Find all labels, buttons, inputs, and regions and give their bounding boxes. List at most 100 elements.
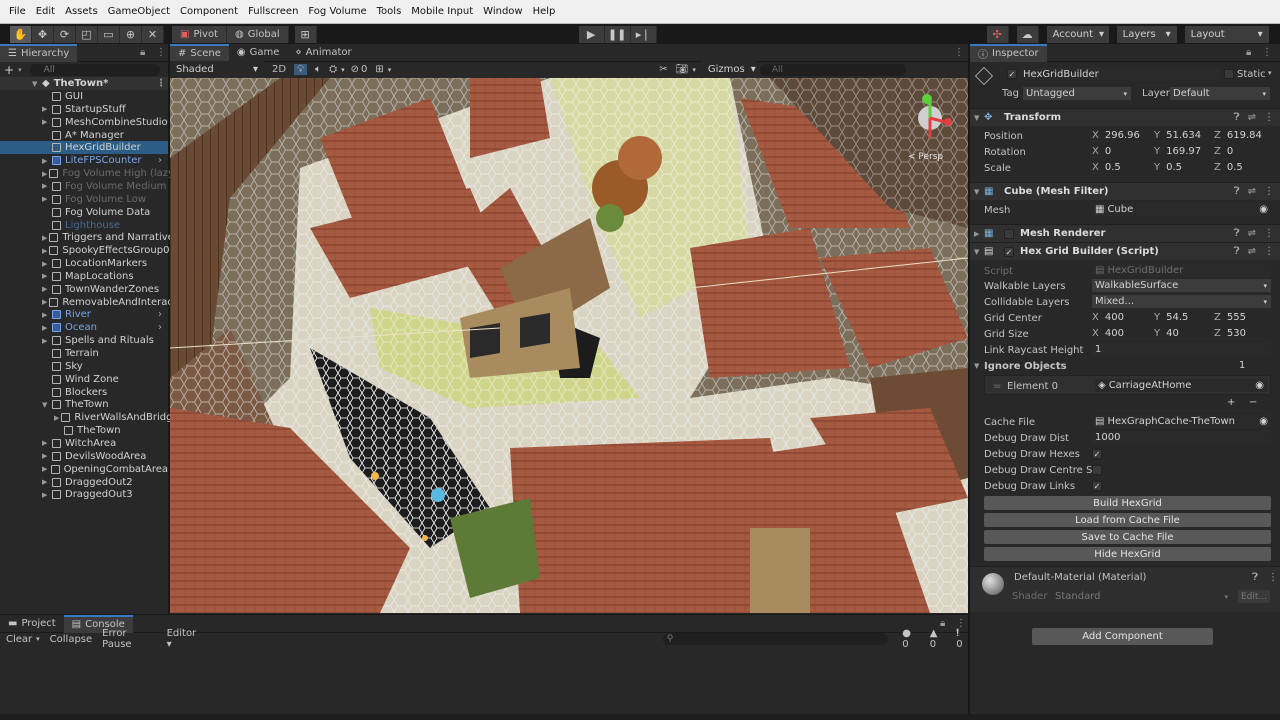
- script-enabled-checkbox[interactable]: ✓: [1004, 246, 1014, 257]
- scale-z-field[interactable]: Z 0.5: [1214, 161, 1243, 174]
- scale-x-field[interactable]: X 0.5: [1092, 161, 1121, 174]
- step-button[interactable]: ▸❘: [630, 25, 657, 43]
- prefab-open-icon[interactable]: ›: [158, 309, 162, 320]
- grid-toggle-icon[interactable]: ⊞: [375, 64, 383, 75]
- expand-arrow-icon[interactable]: ▼: [42, 401, 50, 409]
- global-toggle[interactable]: ◍ Global: [227, 25, 289, 43]
- rotation-y-field[interactable]: Y 169.97: [1154, 145, 1201, 158]
- collapse-arrow-icon[interactable]: ▶: [42, 285, 50, 293]
- scale-y-field[interactable]: Y 0.5: [1154, 161, 1182, 174]
- dropdown-arrow-icon[interactable]: ▾: [388, 66, 392, 74]
- hierarchy-item[interactable]: ▶ WitchArea: [0, 437, 168, 450]
- remove-element-icon[interactable]: −: [1249, 397, 1257, 408]
- build-hexgrid-button[interactable]: Build HexGrid: [984, 496, 1271, 510]
- preset-icon[interactable]: ⇌: [1248, 228, 1256, 239]
- rotate-tool-icon[interactable]: ⟳: [54, 25, 76, 43]
- help-icon[interactable]: ❓︎: [1252, 572, 1258, 583]
- scene-root-row[interactable]: ▼ ◆ TheTown* ⋮: [0, 77, 168, 90]
- ignore-objects-count[interactable]: 1: [1222, 359, 1271, 372]
- collab-icon[interactable]: ✣: [986, 25, 1009, 43]
- grid-center-x-field[interactable]: X 400: [1092, 311, 1124, 324]
- grid-center-z-field[interactable]: Z 555: [1214, 311, 1246, 324]
- position-x-field[interactable]: X 296.96: [1092, 129, 1140, 142]
- menu-item-file[interactable]: File: [4, 6, 31, 17]
- menu-item-tools[interactable]: Tools: [372, 6, 407, 17]
- hierarchy-item[interactable]: Lighthouse: [0, 219, 168, 232]
- tab-game[interactable]: ◉ Game: [229, 44, 288, 62]
- drag-handle-icon[interactable]: =: [993, 381, 1001, 392]
- hierarchy-item[interactable]: ▶ Ocean ›: [0, 321, 168, 334]
- load-cache-button[interactable]: Load from Cache File: [984, 513, 1271, 527]
- console-search-input[interactable]: ⚲: [662, 633, 889, 645]
- account-dropdown[interactable]: Account ▾: [1046, 25, 1109, 43]
- hierarchy-item[interactable]: A* Manager: [0, 129, 168, 142]
- camera-icon[interactable]: 📷︎: [676, 64, 689, 75]
- grid-snap-icon[interactable]: ⊞: [294, 25, 317, 43]
- object-picker-icon[interactable]: ◉: [1259, 204, 1268, 215]
- collapse-arrow-icon[interactable]: ▶: [42, 465, 49, 473]
- hierarchy-item[interactable]: ▶ Fog Volume Medium: [0, 180, 168, 193]
- collapse-arrow-icon[interactable]: ▶: [42, 439, 50, 447]
- pause-button[interactable]: ❚❚: [604, 25, 631, 43]
- hide-hexgrid-button[interactable]: Hide HexGrid: [984, 547, 1271, 561]
- tools-icon[interactable]: ✂: [659, 64, 667, 75]
- link-raycast-field[interactable]: 1: [1092, 343, 1271, 356]
- menu-kebab-icon[interactable]: ⋮: [1264, 246, 1274, 257]
- scene-viewport[interactable]: < Persp: [170, 78, 968, 613]
- help-icon[interactable]: ❓︎: [1234, 228, 1240, 239]
- save-cache-button[interactable]: Save to Cache File: [984, 530, 1271, 544]
- edit-shader-button[interactable]: Edit...: [1238, 590, 1270, 603]
- preset-icon[interactable]: ⇌: [1248, 186, 1256, 197]
- tab-scene[interactable]: # Scene: [170, 43, 229, 62]
- gizmos-dropdown[interactable]: Gizmos ▾: [701, 61, 756, 78]
- editor-dropdown[interactable]: Editor ▾: [167, 628, 203, 650]
- collapse-arrow-icon[interactable]: ▶: [42, 478, 50, 486]
- menu-item-fullscreen[interactable]: Fullscreen: [243, 6, 303, 17]
- collapse-arrow-icon[interactable]: ▶: [42, 157, 50, 165]
- layout-dropdown[interactable]: Layout ▾: [1184, 25, 1269, 43]
- hierarchy-item[interactable]: ▶ River ›: [0, 308, 168, 321]
- tab-inspector[interactable]: ⓘ Inspector: [970, 43, 1047, 62]
- object-picker-icon[interactable]: ◉: [1259, 416, 1268, 427]
- grid-size-z-field[interactable]: Z 530: [1214, 327, 1246, 340]
- hierarchy-item[interactable]: ▶ LiteFPSCounter ›: [0, 154, 168, 167]
- effects-toggle-icon[interactable]: ⛭: [329, 64, 337, 75]
- help-icon[interactable]: ❓︎: [1234, 246, 1240, 257]
- rect-tool-icon[interactable]: ▭: [98, 25, 120, 43]
- menu-item-gameobject[interactable]: GameObject: [103, 6, 175, 17]
- collapse-arrow-icon[interactable]: ▶: [42, 118, 50, 126]
- hierarchy-item[interactable]: ▶ Triggers and Narrative: [0, 231, 174, 244]
- object-picker-icon[interactable]: ◉: [1255, 380, 1264, 391]
- collidable-layers-dropdown[interactable]: Mixed... ▾: [1092, 295, 1271, 308]
- preset-icon[interactable]: ⇌: [1248, 246, 1256, 257]
- rotation-x-field[interactable]: X0: [1092, 145, 1111, 158]
- hex-grid-builder-component-header[interactable]: ▼ ▤ ✓ Hex Grid Builder (Script) ❓︎ ⇌ ⋮: [970, 242, 1280, 260]
- collapse-arrow-icon[interactable]: ▶: [42, 260, 50, 268]
- hierarchy-item[interactable]: Blockers: [0, 386, 168, 399]
- collapse-arrow-icon[interactable]: ▶: [42, 195, 50, 203]
- hierarchy-item[interactable]: TheTown: [0, 424, 168, 437]
- element0-field[interactable]: ◈ CarriageAtHome ◉: [1095, 379, 1267, 392]
- debug-draw-hexes-checkbox[interactable]: ✓: [1092, 449, 1102, 459]
- error-count-toggle[interactable]: ❗︎ 0: [956, 628, 968, 650]
- collapse-toggle[interactable]: Collapse: [50, 634, 93, 645]
- position-z-field[interactable]: Z 619.84: [1214, 129, 1262, 142]
- walkable-layers-dropdown[interactable]: WalkableSurface ▾: [1092, 279, 1271, 292]
- menu-kebab-icon[interactable]: ⋮: [1268, 572, 1278, 583]
- dropdown-arrow-icon[interactable]: ▾: [36, 635, 40, 643]
- object-name-field[interactable]: HexGridBuilder: [1020, 68, 1220, 81]
- tab-animator[interactable]: ⋄ Animator: [287, 44, 359, 62]
- scene-search-input[interactable]: All: [759, 63, 906, 76]
- hierarchy-item[interactable]: ▶ Spells and Rituals: [0, 334, 168, 347]
- menu-kebab-icon[interactable]: ⋮: [156, 47, 166, 58]
- hierarchy-item[interactable]: ▶ Fog Volume High (lazy: [0, 167, 174, 180]
- hierarchy-item[interactable]: ▶ LocationMarkers: [0, 257, 168, 270]
- shader-dropdown[interactable]: Standard ▾: [1052, 590, 1232, 603]
- dropdown-arrow-icon[interactable]: ▾: [1268, 69, 1272, 77]
- hierarchy-item[interactable]: ▶ MeshCombineStudio: [0, 116, 168, 129]
- hierarchy-item[interactable]: ▶ TownWanderZones: [0, 283, 168, 296]
- menu-item-fog-volume[interactable]: Fog Volume: [303, 6, 371, 17]
- add-component-button[interactable]: Add Component: [1032, 628, 1213, 645]
- clear-button[interactable]: Clear: [6, 634, 32, 645]
- collapse-arrow-icon[interactable]: ▶: [42, 452, 50, 460]
